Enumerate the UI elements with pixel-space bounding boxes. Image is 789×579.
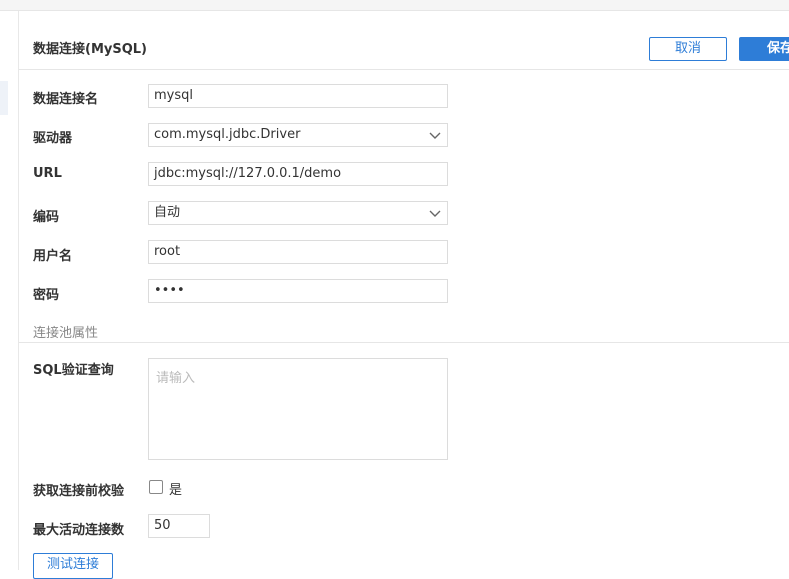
connection-name-label: 数据连接名 [33,92,99,107]
chevron-down-icon [429,210,441,217]
username-input[interactable]: root [148,240,448,264]
sql-validation-textarea[interactable]: 请输入 [148,358,448,460]
precheck-label: 获取连接前校验 [33,484,125,499]
encoding-label: 编码 [33,210,60,225]
cancel-button[interactable]: 取消 [649,37,727,61]
save-button[interactable]: 保存 [739,37,789,61]
max-active-input[interactable]: 50 [148,514,210,538]
driver-label: 驱动器 [33,131,73,146]
sidebar-selected-indicator [0,81,8,115]
url-label: URL [33,166,62,181]
left-sidebar [0,11,19,570]
top-strip [0,0,789,11]
sql-validation-label: SQL验证查询 [33,363,114,378]
password-input[interactable]: •••• [148,279,448,303]
header-divider [19,69,789,70]
test-connection-button[interactable]: 测试连接 [33,553,113,579]
precheck-checkbox[interactable] [149,480,163,494]
driver-select[interactable]: com.mysql.jdbc.Driver [148,123,448,147]
pool-section-title: 连接池属性 [33,326,99,341]
max-active-label: 最大活动连接数 [33,523,125,538]
page-title: 数据连接(MySQL) [33,42,147,57]
username-label: 用户名 [33,249,73,264]
password-label: 密码 [33,288,60,303]
chevron-down-icon [429,132,441,139]
pool-section-divider [19,342,789,343]
precheck-option-label[interactable]: 是 [169,479,182,498]
connection-name-input[interactable]: mysql [148,84,448,108]
encoding-select-value: 自动 [154,205,181,220]
url-input[interactable]: jdbc:mysql://127.0.0.1/demo [148,162,448,186]
encoding-select[interactable]: 自动 [148,201,448,225]
driver-select-value: com.mysql.jdbc.Driver [154,127,301,142]
